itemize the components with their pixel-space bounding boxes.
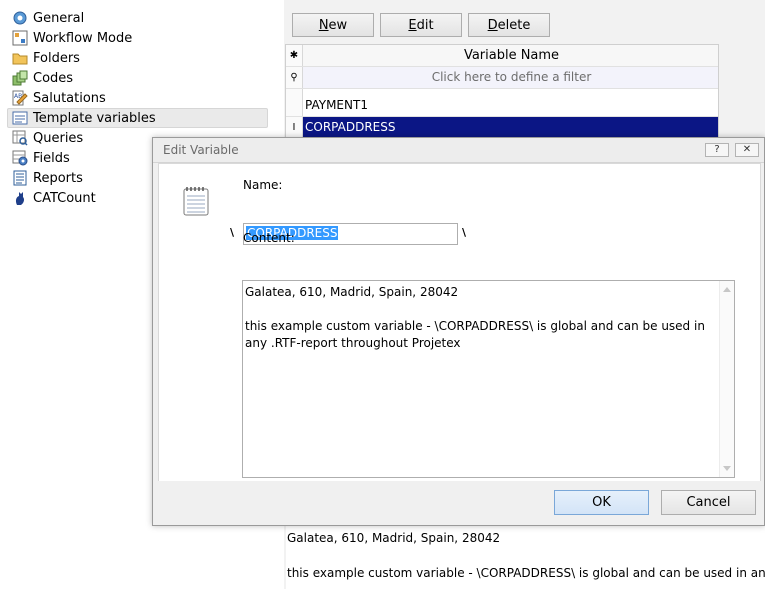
nav-item-workflow-mode[interactable]: Workflow Mode <box>8 28 132 48</box>
nav-item-label: Fields <box>33 150 70 166</box>
dialog-title-bar[interactable]: Edit Variable ? ✕ <box>153 138 764 163</box>
preview-line-1: Galatea, 610, Madrid, Spain, 28042 <box>287 531 501 545</box>
close-icon: ✕ <box>742 144 752 155</box>
nav-item-label: General <box>33 10 85 26</box>
filter-hint[interactable]: Click here to define a filter <box>303 67 718 88</box>
asterisk-icon: ✱ <box>286 45 303 66</box>
general-icon <box>12 10 28 26</box>
content-blank-line <box>245 301 716 318</box>
codes-icon <box>12 70 28 86</box>
filter-icon: ⚲ <box>286 67 303 88</box>
nav-item-general[interactable]: General <box>8 8 84 28</box>
content-line-3: any .RTF-report throughout Projetex <box>245 336 461 350</box>
table-row-selected[interactable]: I CORPADDRESS <box>286 117 718 139</box>
toolbar: New Edit Delete <box>284 0 765 42</box>
nav-item-label: Queries <box>33 130 84 146</box>
nav-item-codes[interactable]: Codes <box>8 68 73 88</box>
nav-item-template-variables[interactable]: Template variables <box>7 108 268 128</box>
grid-header-row: ✱ Variable Name <box>286 45 718 67</box>
nav-item-label: Folders <box>33 50 80 66</box>
filter-row[interactable]: ⚲ Click here to define a filter <box>286 67 718 89</box>
nav-item-fields[interactable]: Fields <box>8 148 70 168</box>
fields-icon <box>12 150 28 166</box>
edit-variable-dialog: Edit Variable ? ✕ Name: \ CORPADDRESS \ … <box>152 137 765 526</box>
edit-cursor-icon: I <box>286 117 303 138</box>
queries-icon <box>12 130 28 146</box>
row-indicator <box>286 95 303 116</box>
nav-item-queries[interactable]: Queries <box>8 128 83 148</box>
name-label: Name: <box>243 178 283 192</box>
content-label: Content: <box>243 231 295 245</box>
table-row[interactable]: PAYMENT1 <box>286 95 718 117</box>
variable-name-cell[interactable]: PAYMENT1 <box>303 95 718 116</box>
scroll-down-icon[interactable] <box>723 466 731 471</box>
ok-button[interactable]: OK <box>554 490 649 515</box>
variable-name-cell[interactable]: CORPADDRESS <box>303 117 718 138</box>
nav-item-folders[interactable]: Folders <box>8 48 80 68</box>
variables-grid: ✱ Variable Name ⚲ Click here to define a… <box>285 44 719 140</box>
dialog-title: Edit Variable <box>163 143 239 157</box>
workflow-icon <box>12 30 28 46</box>
nav-item-label: Reports <box>33 170 83 186</box>
close-button[interactable]: ✕ <box>735 143 759 157</box>
reports-icon <box>12 170 28 186</box>
help-icon: ? <box>714 144 720 155</box>
nav-item-catcount[interactable]: CATCount <box>8 188 96 208</box>
cancel-button[interactable]: Cancel <box>661 490 756 515</box>
nav-item-label: Salutations <box>33 90 106 106</box>
content-line-2: this example custom variable - \CORPADDR… <box>245 319 705 333</box>
nav-item-label: CATCount <box>33 190 96 206</box>
name-prefix-slash: \ <box>230 226 235 239</box>
preview-line-2: this example custom variable - \CORPADDR… <box>287 566 765 580</box>
help-button[interactable]: ? <box>705 143 729 157</box>
nav-item-label: Workflow Mode <box>33 30 133 46</box>
nav-item-label: Template variables <box>33 110 156 126</box>
salutations-icon: AB <box>12 90 28 106</box>
column-header-variable-name[interactable]: Variable Name <box>303 45 718 66</box>
name-suffix-slash: \ <box>462 226 467 239</box>
nav-item-label: Codes <box>33 70 74 86</box>
notepad-icon <box>183 186 209 219</box>
delete-button[interactable]: Delete <box>468 13 550 37</box>
edit-button[interactable]: Edit <box>380 13 462 37</box>
catcount-icon <box>12 190 28 206</box>
content-preview: Galatea, 610, Madrid, Spain, 28042 this … <box>286 525 765 589</box>
content-line-1: Galatea, 610, Madrid, Spain, 28042 <box>245 285 459 299</box>
template-variables-icon <box>12 110 28 126</box>
folder-icon <box>12 50 28 66</box>
nav-item-reports[interactable]: Reports <box>8 168 83 188</box>
dialog-body: Name: \ CORPADDRESS \ Content: Galatea, … <box>158 163 761 483</box>
scroll-up-icon[interactable] <box>723 287 731 292</box>
new-button[interactable]: New <box>292 13 374 37</box>
content-scrollbar[interactable] <box>719 281 734 477</box>
content-textarea[interactable]: Galatea, 610, Madrid, Spain, 28042 this … <box>242 280 735 478</box>
nav-item-salutations[interactable]: AB Salutations <box>8 88 106 108</box>
